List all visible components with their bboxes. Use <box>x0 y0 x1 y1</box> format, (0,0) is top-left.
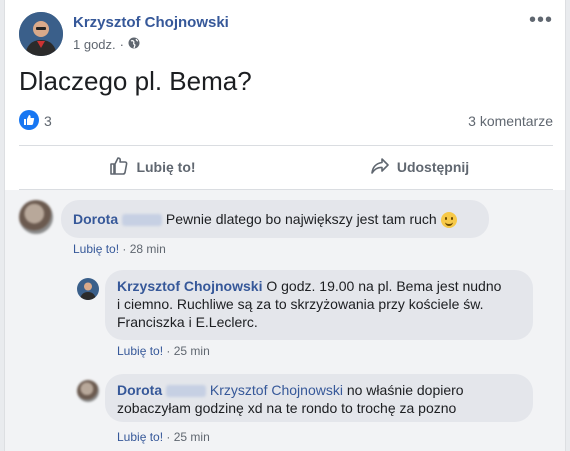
reply-text-line2: i ciemno. Ruchliwe są za to skrzyżowania… <box>117 296 484 312</box>
commenter-avatar[interactable] <box>19 200 53 234</box>
reply-bubble: Dorota Krzysztof Chojnowski no właśnie d… <box>105 374 533 422</box>
comment-text: Pewnie dlatego bo największy jest tam ru… <box>165 211 437 227</box>
post-time[interactable]: 1 godz. <box>73 37 116 52</box>
comments-count[interactable]: 3 komentarze <box>468 113 553 129</box>
reply-avatar[interactable] <box>77 278 99 300</box>
reply-author[interactable]: Dorota <box>117 382 162 398</box>
post-actions: Lubię to! Udostępnij <box>19 146 553 188</box>
reaction-count[interactable]: 3 <box>44 113 52 129</box>
share-arrow-icon <box>370 156 390 179</box>
reply-text-line1: O godz. 19.00 na pl. Bema jest nudno <box>266 278 502 294</box>
reply-text-line1: no właśnie dopiero <box>346 382 464 398</box>
thumbs-up-icon <box>109 156 129 179</box>
redacted-surname <box>166 385 207 398</box>
post-stats: 3 3 komentarze <box>19 110 553 134</box>
comment-bubble: Dorota Pewnie dlatego bo największy jest… <box>61 200 489 238</box>
comment-meta: Lubię to! · 28 min <box>73 242 166 256</box>
reply-like-link[interactable]: Lubię to! <box>117 430 163 444</box>
reply-meta: Lubię to! · 25 min <box>117 344 210 358</box>
mention-tag[interactable]: Krzysztof Chojnowski <box>210 382 343 398</box>
reply-time[interactable]: 25 min <box>174 430 210 444</box>
reply-meta: Lubię to! · 25 min <box>117 430 210 444</box>
reply-avatar[interactable] <box>77 380 99 402</box>
author-avatar[interactable] <box>19 12 63 56</box>
reply-text-line2: zobaczyłam godzinę xd na te rondo to tro… <box>117 400 457 416</box>
reply-text-line3: Franciszka i E.Leclerc. <box>117 314 258 330</box>
smiling-face-emoji-icon <box>440 212 457 229</box>
comment-author[interactable]: Dorota <box>73 211 118 227</box>
post-meta: 1 godz. · <box>73 37 140 52</box>
reply-bubble: Krzysztof Chojnowski O godz. 19.00 na pl… <box>105 270 533 340</box>
share-button[interactable]: Udostępnij <box>286 146 553 188</box>
comment-time[interactable]: 28 min <box>130 242 166 256</box>
comments-section: Dorota Pewnie dlatego bo największy jest… <box>5 190 565 451</box>
post-text: Dlaczego pl. Bema? <box>19 66 252 96</box>
meta-separator: · <box>119 37 124 52</box>
more-options-icon[interactable]: ••• <box>529 10 553 30</box>
reply-time[interactable]: 25 min <box>174 344 210 358</box>
facebook-post: Krzysztof Chojnowski 1 godz. · ••• Dlacz… <box>4 0 566 451</box>
meta-separator: · <box>166 344 171 358</box>
like-button[interactable]: Lubię to! <box>19 146 286 188</box>
meta-separator: · <box>122 242 127 256</box>
post-header: Krzysztof Chojnowski 1 godz. · ••• <box>19 10 553 56</box>
like-reaction-icon[interactable] <box>19 110 39 130</box>
like-label: Lubię to! <box>136 159 196 175</box>
reply-author[interactable]: Krzysztof Chojnowski <box>117 278 262 294</box>
comment-like-link[interactable]: Lubię to! <box>73 242 119 256</box>
author-name[interactable]: Krzysztof Chojnowski <box>73 14 229 31</box>
share-label: Udostępnij <box>396 159 470 175</box>
meta-separator: · <box>166 430 171 444</box>
redacted-surname <box>122 214 163 227</box>
globe-icon[interactable] <box>128 37 140 52</box>
reply-like-link[interactable]: Lubię to! <box>117 344 163 358</box>
